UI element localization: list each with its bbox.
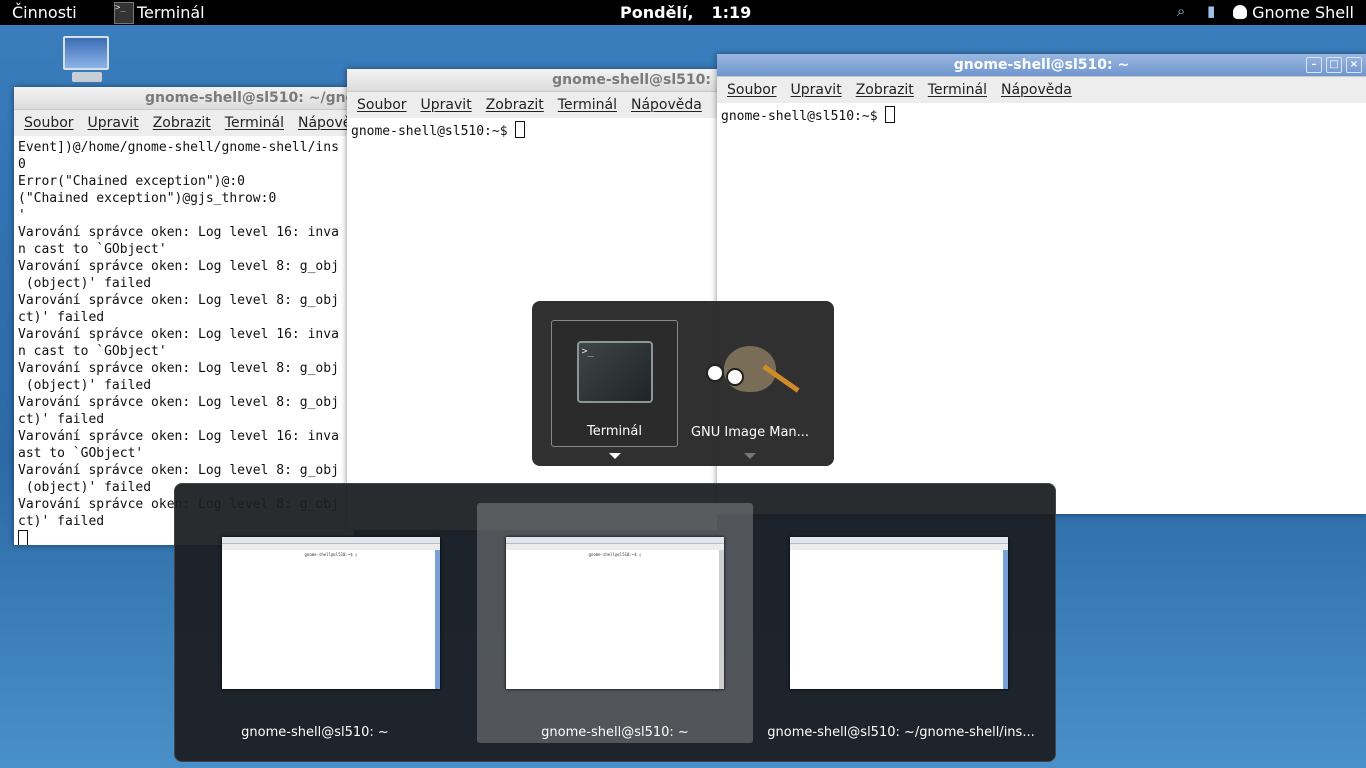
terminal-line: Varování správce oken: Log level 16: inv… [18, 327, 339, 342]
prompt: gnome-shell@sl510:~$ [351, 124, 516, 139]
terminal-line: Varování správce oken: Log level 16: inv… [18, 429, 339, 444]
window-title[interactable]: gnome-shell@sl510: ~/gnome-shell/ins… [14, 87, 354, 110]
menu-upravit[interactable]: Upravit [421, 97, 472, 113]
terminal-line: ("Chained exception")@gjs_throw:0 [18, 191, 277, 206]
user-icon [1233, 5, 1248, 19]
terminal-line: Event])@/home/gnome-shell/gnome-shell/in… [18, 140, 339, 155]
menu-zobrazit[interactable]: Zobrazit [856, 82, 914, 98]
prompt: gnome-shell@sl510:~$ [721, 109, 886, 124]
terminal-line: (object)' failed [18, 276, 152, 291]
terminal-line: Varování správce oken: Log level 16: inv… [18, 225, 339, 240]
close-icon[interactable]: × [1346, 57, 1362, 73]
computer-icon[interactable] [63, 36, 111, 84]
terminal-line: Varování správce oken: Log level 8: g_ob… [18, 361, 339, 376]
terminal-line: ct)' failed [18, 412, 105, 427]
thumbnail-label: gnome-shell@sl510: ~ [541, 725, 689, 740]
terminal-line: Varování správce oken: Log level 8: g_ob… [18, 395, 339, 410]
user-menu[interactable]: Gnome Shell [1252, 3, 1354, 22]
terminal-line: ast to `GObject' [18, 446, 144, 461]
terminal-line: Varování správce oken: Log level 8: g_ob… [18, 259, 339, 274]
window-thumbnail[interactable]: gnome-shell@sl510:~$ ▯ gnome-shell@sl510… [477, 503, 753, 743]
window-thumbnail[interactable]: gnome-shell@sl510:~$ ▯ gnome-shell@sl510… [177, 503, 453, 743]
menubar: Soubor Upravit Zobrazit Terminál Nápověd… [14, 110, 354, 136]
thumbnail-preview [790, 537, 1008, 689]
switcher-app-label: GNU Image Man... [690, 425, 810, 440]
menu-napoveda[interactable]: Nápověda [298, 115, 354, 131]
menu-zobrazit[interactable]: Zobrazit [486, 97, 544, 113]
terminal-line: ct)' failed [18, 310, 105, 325]
terminal-line: ' [18, 208, 26, 223]
menu-upravit[interactable]: Upravit [791, 82, 842, 98]
window-title-text: gnome-shell@sl510: ~ [953, 57, 1130, 73]
battery-icon[interactable]: ▮ [1201, 2, 1221, 22]
top-panel: Činnosti >_ Terminál Pondělí, 1:19 ⌕ ▮ Gn… [0, 0, 1366, 25]
terminal-window-left[interactable]: gnome-shell@sl510: ~/gnome-shell/ins… So… [14, 87, 354, 545]
menu-napoveda[interactable]: Nápověda [631, 97, 702, 113]
clock[interactable]: Pondělí, 1:19 [620, 3, 751, 22]
terminal-icon: >_ [114, 1, 134, 24]
terminal-line: Varování správce oken: Log level 8: g_ob… [18, 293, 339, 308]
terminal-line: 0 [18, 157, 26, 172]
switcher-app-gimp[interactable]: GNU Image Man... [688, 320, 812, 447]
menu-soubor[interactable]: Soubor [357, 97, 407, 113]
thumbnail-label: gnome-shell@sl510: ~/gnome-shell/ins... [767, 725, 1035, 740]
chevron-down-icon[interactable] [609, 453, 621, 459]
menu-terminal[interactable]: Terminál [928, 82, 987, 98]
terminal-output[interactable]: gnome-shell@sl510:~$ [347, 118, 717, 143]
app-menu-button[interactable]: >_ Terminál [114, 0, 205, 25]
minimize-icon[interactable]: – [1306, 57, 1322, 73]
chevron-down-icon[interactable] [744, 453, 756, 459]
menu-zobrazit[interactable]: Zobrazit [153, 115, 211, 131]
terminal-line: (object)' failed [18, 378, 152, 393]
cursor [515, 121, 526, 138]
menu-upravit[interactable]: Upravit [88, 115, 139, 131]
maximize-icon[interactable]: □ [1326, 57, 1342, 73]
menu-napoveda[interactable]: Nápověda [1001, 82, 1072, 98]
window-title[interactable]: gnome-shell@sl510: ~ – □ × [717, 54, 1366, 77]
switcher-app-label: Terminál [587, 424, 642, 439]
app-switcher: >_ Terminál GNU Image Man... [532, 301, 834, 466]
thumbnail-preview: gnome-shell@sl510:~$ ▯ [222, 537, 440, 689]
window-thumbnail[interactable]: gnome-shell@sl510: ~/gnome-shell/ins... [761, 503, 1041, 743]
terminal-icon: >_ [576, 341, 653, 403]
terminal-line: Error("Chained exception")@:0 [18, 174, 245, 189]
terminal-line: n cast to `GObject' [18, 344, 167, 359]
thumbnail-label: gnome-shell@sl510: ~ [241, 725, 389, 740]
network-icon[interactable]: ⌕ [1171, 2, 1191, 22]
terminal-line: n cast to `GObject' [18, 242, 167, 257]
menu-terminal[interactable]: Terminál [225, 115, 284, 131]
menu-soubor[interactable]: Soubor [727, 82, 777, 98]
cursor [885, 106, 896, 123]
terminal-line: Varování správce oken: Log level 8: g_ob… [18, 463, 339, 478]
menubar: Soubor Upravit Zobrazit Terminál Nápověd… [347, 92, 717, 118]
window-thumbnails: gnome-shell@sl510:~$ ▯ gnome-shell@sl510… [174, 483, 1056, 762]
cursor [18, 530, 28, 545]
thumbnail-preview: gnome-shell@sl510:~$ ▯ [506, 537, 724, 689]
clock-time: 1:19 [711, 3, 752, 22]
menu-terminal[interactable]: Terminál [558, 97, 617, 113]
window-title[interactable]: gnome-shell@sl510: [347, 69, 717, 92]
clock-day: Pondělí, [620, 3, 694, 22]
gimp-icon [702, 338, 800, 408]
menubar: Soubor Upravit Zobrazit Terminál Nápověd… [717, 77, 1366, 103]
app-menu-label: Terminál [137, 3, 205, 22]
menu-soubor[interactable]: Soubor [24, 115, 74, 131]
switcher-app-terminal[interactable]: >_ Terminál [551, 320, 678, 447]
activities-button[interactable]: Činnosti [12, 3, 77, 22]
terminal-output[interactable]: gnome-shell@sl510:~$ [717, 103, 1366, 128]
